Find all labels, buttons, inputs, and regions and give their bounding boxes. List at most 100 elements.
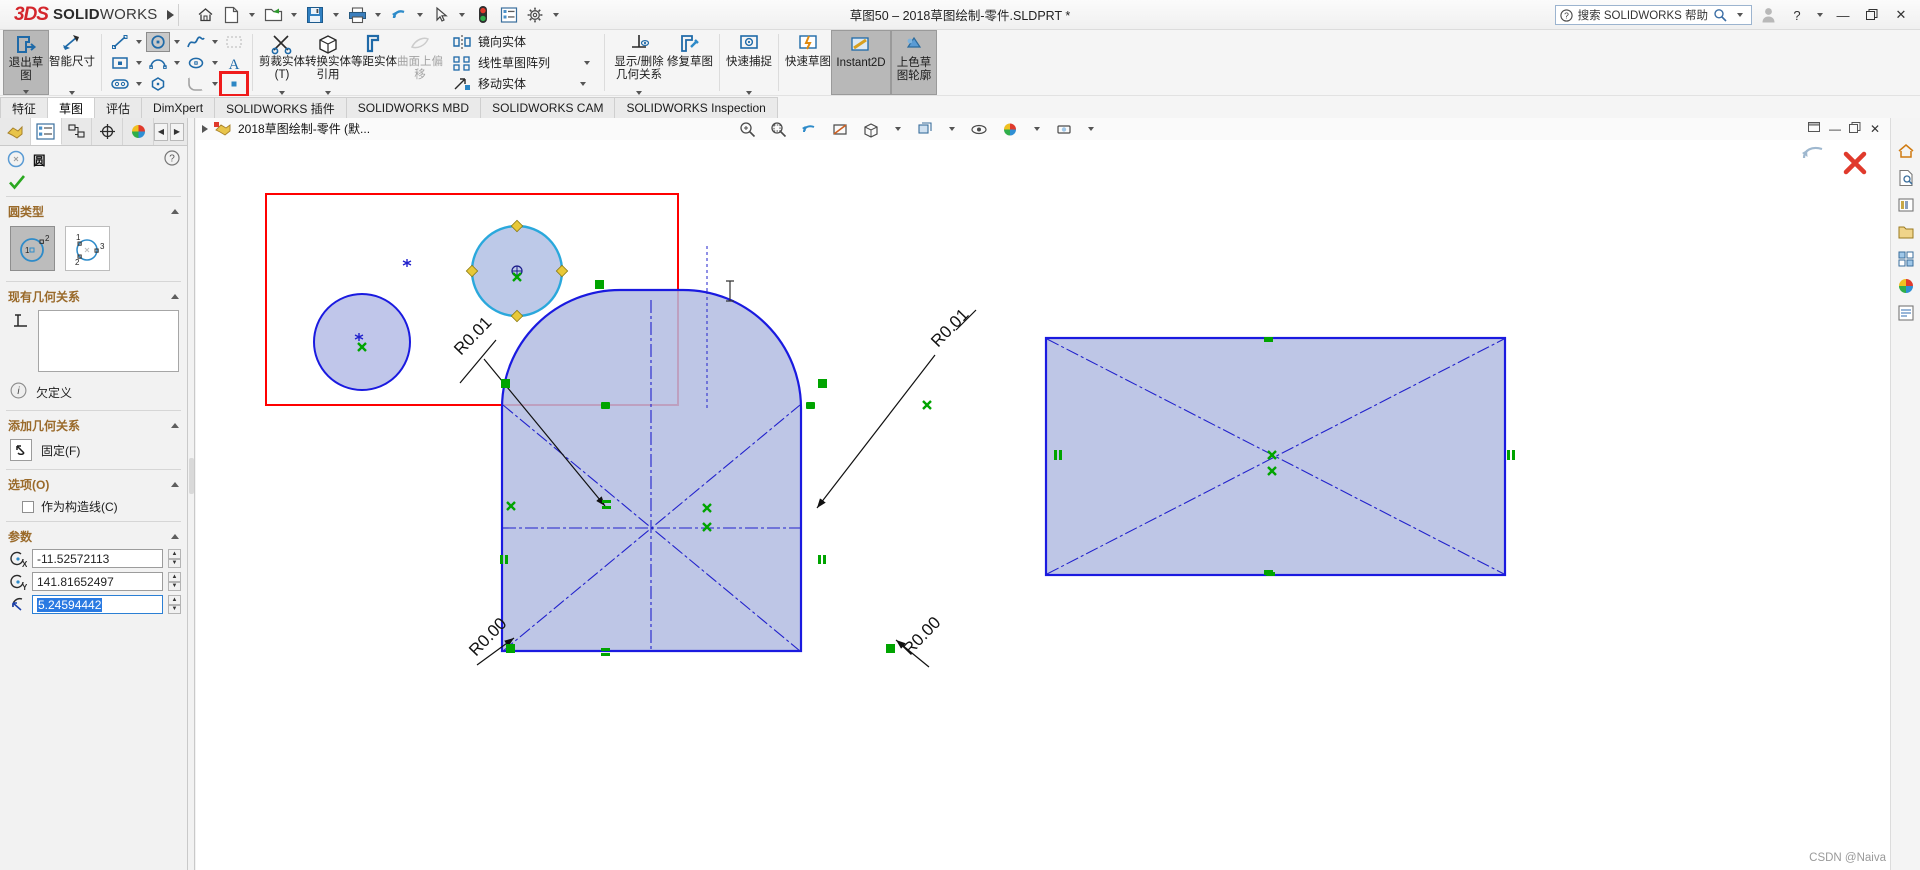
search-dropdown-icon[interactable] bbox=[1737, 13, 1743, 17]
custom-properties-icon[interactable] bbox=[1895, 302, 1917, 324]
construction-line-checkbox[interactable] bbox=[22, 500, 34, 513]
trim-entities-button[interactable]: 剪裁实体(T) bbox=[259, 30, 305, 95]
repair-sketch-button[interactable]: 修复草图 bbox=[667, 30, 713, 95]
help-dropdown-icon[interactable] bbox=[1817, 13, 1823, 17]
rapid-sketch-button[interactable]: 快速草图 bbox=[785, 30, 831, 95]
help-search-box[interactable]: ? 搜索 SOLIDWORKS 帮助 bbox=[1554, 5, 1752, 25]
parameters-section-header[interactable]: 参数 bbox=[0, 524, 187, 547]
feature-tree-icon[interactable] bbox=[0, 118, 31, 145]
ellipse-tool-icon[interactable] bbox=[184, 53, 208, 73]
close-sketch-icon[interactable] bbox=[1842, 150, 1868, 176]
fillet-dropdown-icon[interactable] bbox=[212, 81, 218, 86]
minimize-doc-button[interactable]: — bbox=[1829, 122, 1841, 136]
graphics-area[interactable]: 2018草图绘制-零件 (默... — ✕ R0.01 R0.01 R0.00 … bbox=[196, 118, 1920, 870]
radius-spinner[interactable]: ▲ ▼ bbox=[168, 595, 181, 614]
existing-relations-section-header[interactable]: 现有几何关系 bbox=[0, 284, 187, 307]
help-icon[interactable]: ? bbox=[1784, 3, 1810, 27]
add-relations-section-header[interactable]: 添加几何关系 bbox=[0, 413, 187, 436]
new-document-icon[interactable] bbox=[219, 3, 243, 27]
trim-dropdown-icon[interactable] bbox=[279, 91, 285, 95]
rectangle-dropdown-icon[interactable] bbox=[136, 60, 142, 65]
property-manager-icon[interactable] bbox=[30, 118, 62, 145]
home-icon[interactable] bbox=[193, 3, 217, 27]
chevron-up-icon[interactable] bbox=[171, 534, 179, 539]
gear-icon[interactable] bbox=[523, 3, 547, 27]
radius-input[interactable]: 5.24594442 bbox=[32, 595, 163, 614]
y-coordinate-input[interactable]: 141.81652497 bbox=[32, 572, 163, 591]
tab-sketch[interactable]: 草图 bbox=[47, 97, 96, 118]
smart-dimension-dropdown-icon[interactable] bbox=[69, 91, 75, 95]
save-icon[interactable] bbox=[303, 3, 327, 27]
close-doc-button[interactable]: ✕ bbox=[1870, 122, 1880, 136]
circle-dropdown-icon[interactable] bbox=[174, 39, 180, 44]
zoom-area-icon[interactable] bbox=[767, 118, 789, 140]
relations-dropdown-icon[interactable] bbox=[636, 91, 643, 95]
new-document-dropdown-icon[interactable] bbox=[249, 12, 256, 17]
open-folder-icon[interactable] bbox=[261, 3, 285, 27]
sketch-svg[interactable]: R0.01 R0.01 R0.00 R0.00 bbox=[196, 140, 1920, 870]
exit-sketch-button[interactable]: 退出草图 bbox=[3, 30, 49, 95]
dimxpert-icon[interactable] bbox=[92, 118, 124, 145]
quick-snaps-dropdown-icon[interactable] bbox=[746, 91, 753, 95]
ellipse-dropdown-icon[interactable] bbox=[212, 60, 218, 65]
tab-evaluate[interactable]: 评估 bbox=[94, 97, 143, 118]
arc-dropdown-icon[interactable] bbox=[174, 60, 180, 65]
tab-solidworks-addins[interactable]: SOLIDWORKS 插件 bbox=[214, 97, 347, 118]
display-style-dropdown-icon[interactable] bbox=[949, 127, 955, 131]
perimeter-circle-option[interactable]: 1 2 3 bbox=[65, 226, 110, 271]
line-dropdown-icon[interactable] bbox=[136, 39, 142, 44]
convert-dropdown-icon[interactable] bbox=[325, 91, 331, 95]
polygon-tool-icon[interactable] bbox=[146, 74, 170, 94]
fillet-tool-icon[interactable] bbox=[184, 74, 208, 94]
expand-arrow-icon[interactable] bbox=[202, 124, 208, 133]
chevron-up-icon[interactable] bbox=[171, 482, 179, 487]
move-dropdown-icon[interactable] bbox=[580, 81, 587, 86]
print-dropdown-icon[interactable] bbox=[375, 12, 382, 17]
panel-prev-button[interactable]: ◀ bbox=[154, 122, 168, 141]
restore-window-button[interactable] bbox=[1859, 3, 1885, 27]
search-file-icon[interactable] bbox=[1895, 167, 1917, 189]
user-account-icon[interactable] bbox=[1755, 3, 1781, 27]
design-library-icon[interactable] bbox=[1895, 194, 1917, 216]
minimize-window-button[interactable]: — bbox=[1830, 3, 1856, 27]
hide-show-icon[interactable] bbox=[968, 118, 990, 140]
save-dropdown-icon[interactable] bbox=[333, 12, 340, 17]
gear-dropdown-icon[interactable] bbox=[553, 12, 560, 17]
view-orientation-dropdown-icon[interactable] bbox=[895, 127, 901, 131]
offset-entities-button[interactable]: 等距实体 bbox=[351, 30, 397, 95]
ok-check-icon[interactable] bbox=[8, 174, 26, 193]
chevron-up-icon[interactable] bbox=[171, 294, 179, 299]
tab-solidworks-inspection[interactable]: SOLIDWORKS Inspection bbox=[614, 97, 778, 118]
restore-doc-button[interactable] bbox=[1848, 121, 1862, 137]
linear-sketch-pattern-button[interactable]: 线性草图阵列 bbox=[452, 52, 598, 73]
print-icon[interactable] bbox=[345, 3, 369, 27]
view-settings-dropdown-icon[interactable] bbox=[1088, 127, 1094, 131]
tab-dimxpert[interactable]: DimXpert bbox=[141, 97, 216, 118]
exit-sketch-dropdown-icon[interactable] bbox=[23, 90, 29, 94]
rectangle-tool-icon[interactable] bbox=[108, 53, 132, 73]
chevron-up-icon[interactable] bbox=[171, 423, 179, 428]
sketch-pattern-dashed-icon[interactable] bbox=[222, 32, 246, 52]
previous-view-icon[interactable] bbox=[798, 118, 820, 140]
fix-relation-button[interactable] bbox=[10, 439, 32, 461]
file-explorer-icon[interactable] bbox=[1895, 221, 1917, 243]
help-icon[interactable]: ? bbox=[164, 149, 180, 169]
view-palette-icon[interactable] bbox=[1895, 248, 1917, 270]
close-window-button[interactable]: ✕ bbox=[1888, 3, 1914, 27]
sketch-canvas[interactable]: R0.01 R0.01 R0.00 R0.00 CSDN @Naiva bbox=[196, 140, 1920, 870]
x-coordinate-input[interactable]: -11.52572113 bbox=[32, 549, 163, 568]
arc-tool-icon[interactable] bbox=[146, 53, 170, 73]
shaded-sketch-contours-button[interactable]: 上色草图轮廓 bbox=[891, 30, 938, 95]
panel-splitter[interactable] bbox=[188, 118, 195, 870]
text-tool-icon[interactable]: A bbox=[222, 53, 246, 73]
options-list-icon[interactable] bbox=[497, 3, 521, 27]
home-view-icon[interactable] bbox=[1895, 140, 1917, 162]
existing-relations-listbox[interactable] bbox=[38, 310, 179, 372]
tab-solidworks-mbd[interactable]: SOLIDWORKS MBD bbox=[345, 97, 482, 118]
view-settings-icon[interactable] bbox=[1053, 118, 1075, 140]
chevron-up-icon[interactable] bbox=[171, 209, 179, 214]
mirror-entities-button[interactable]: 镜向实体 bbox=[452, 31, 598, 52]
circle-type-section-header[interactable]: 圆类型 bbox=[0, 199, 187, 222]
linear-pattern-dropdown-icon[interactable] bbox=[584, 60, 591, 65]
move-entities-button[interactable]: 移动实体 bbox=[452, 73, 598, 94]
